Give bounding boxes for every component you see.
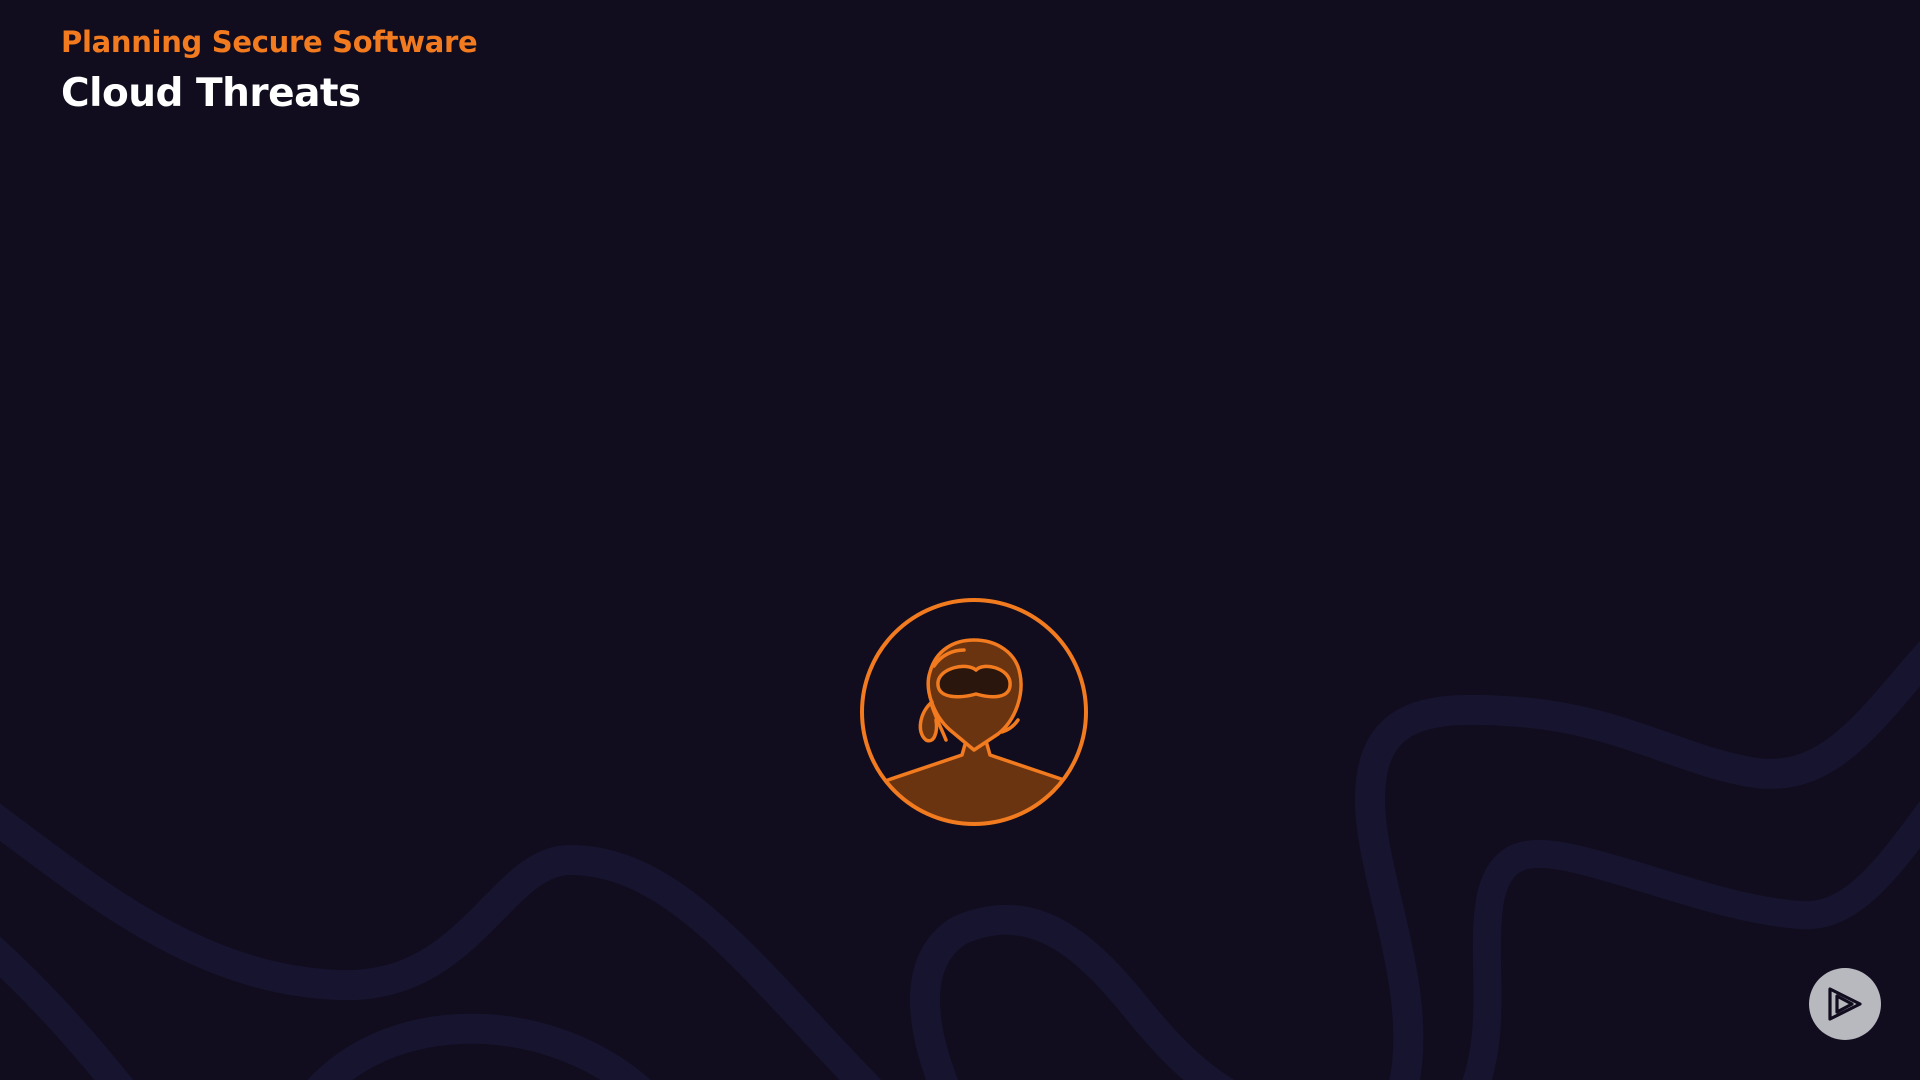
play-logo-button[interactable] <box>1809 968 1881 1040</box>
slide-header: Planning Secure Software Cloud Threats <box>61 22 478 120</box>
background-waves <box>0 640 1920 1080</box>
masked-attacker-icon <box>860 598 1088 826</box>
course-title: Planning Secure Software <box>61 25 478 59</box>
slide-title: Cloud Threats <box>61 71 361 116</box>
play-logo-icon <box>1828 987 1862 1021</box>
slide: Planning Secure Software Cloud Threats <box>0 0 1920 1080</box>
